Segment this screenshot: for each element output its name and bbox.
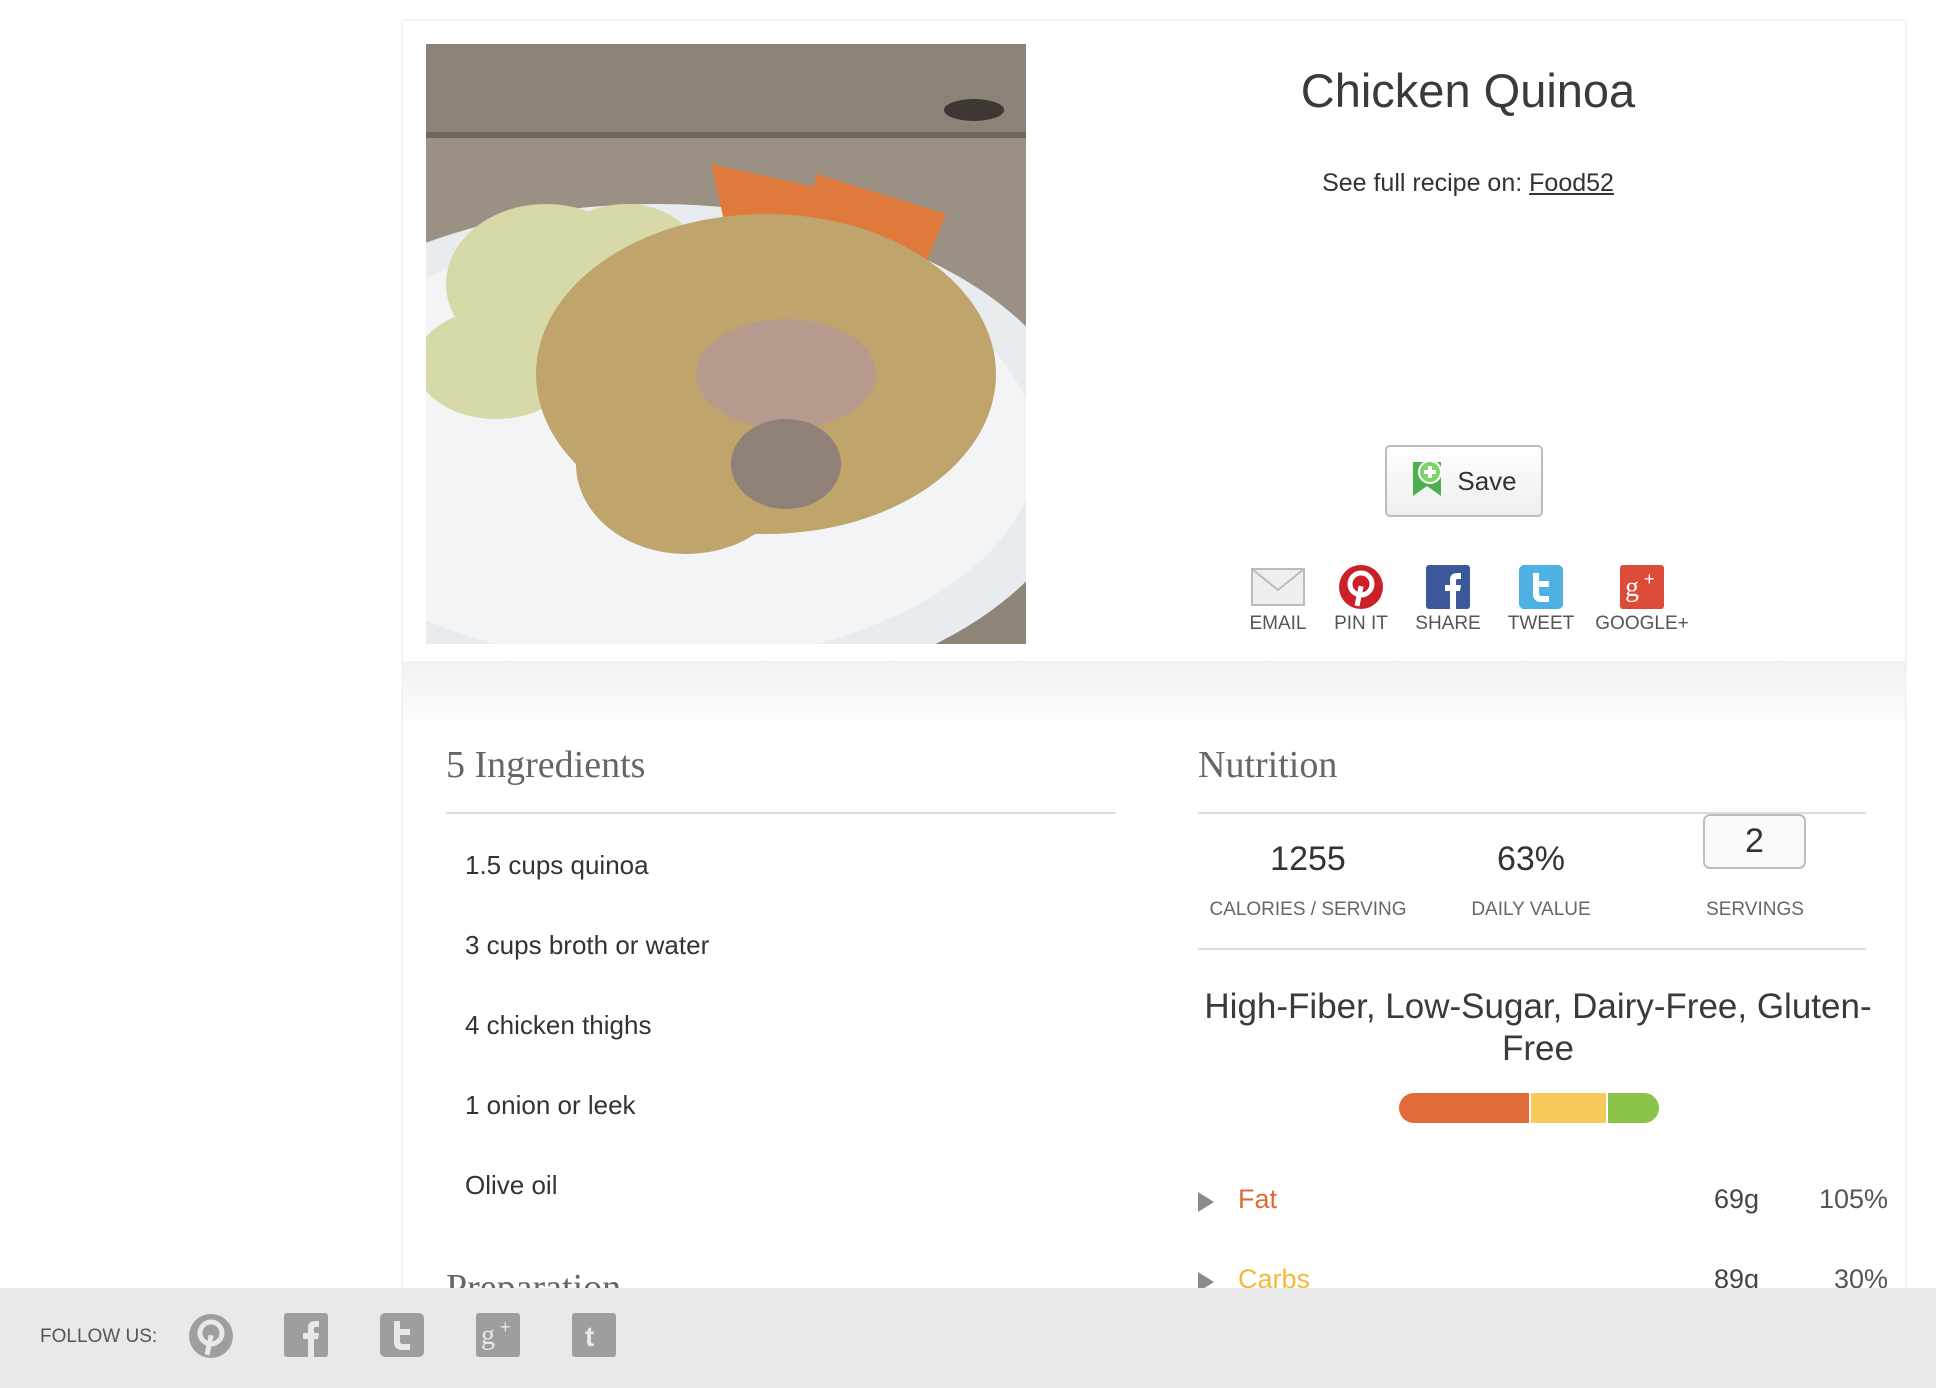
- share-email-label: EMAIL: [1249, 613, 1307, 634]
- share-google-plus[interactable]: g + GOOGLE+: [1588, 561, 1696, 635]
- source-link[interactable]: Food52: [1529, 169, 1614, 197]
- facebook-icon: [1426, 561, 1470, 613]
- share-email[interactable]: EMAIL: [1236, 561, 1320, 635]
- ingredient-item: 3 cups broth or water: [465, 930, 710, 960]
- pinterest-icon: [1338, 561, 1384, 613]
- ingredient-item: 1.5 cups quinoa: [465, 850, 649, 880]
- macro-bar: [1399, 1093, 1659, 1123]
- tumblr-icon[interactable]: t: [572, 1313, 618, 1359]
- save-button[interactable]: Save: [1385, 445, 1543, 517]
- ingredient-item: 1 onion or leek: [465, 1090, 636, 1120]
- expand-triangle-icon: [1198, 1192, 1214, 1212]
- source-prefix: See full recipe on:: [1322, 169, 1523, 197]
- svg-text:g: g: [481, 1320, 495, 1351]
- nutrient-row-fat[interactable]: Fat 69g 105%: [1198, 1184, 1888, 1218]
- svg-text:t: t: [585, 1321, 594, 1352]
- nutrient-name: Fat: [1238, 1184, 1278, 1214]
- nutrient-percent: 105%: [1818, 1184, 1888, 1214]
- save-bookmark-icon: [1411, 458, 1443, 505]
- twitter-icon[interactable]: [380, 1313, 426, 1359]
- daily-value-label: DAILY VALUE: [1471, 899, 1591, 920]
- recipe-photo: [426, 44, 1026, 644]
- daily-value: 63%: [1496, 840, 1566, 878]
- recipe-source: See full recipe on: Food52: [1103, 169, 1833, 198]
- ingredient-item: 4 chicken thighs: [465, 1010, 652, 1040]
- facebook-icon[interactable]: [284, 1313, 330, 1359]
- svg-text:+: +: [1644, 569, 1655, 589]
- share-facebook-label: SHARE: [1415, 613, 1481, 634]
- svg-text:+: +: [500, 1317, 511, 1337]
- recipe-card: Chicken Quinoa See full recipe on: Food5…: [403, 21, 1905, 1388]
- google-plus-icon: g +: [1620, 561, 1664, 613]
- share-bar: EMAIL PIN IT SHARE TWEET g + GOOGLE+: [1236, 561, 1696, 635]
- diet-tags: High-Fiber, Low-Sugar, Dairy-Free, Glute…: [1204, 987, 1872, 1068]
- recipe-photo-image: [426, 44, 1026, 644]
- share-pinterest-label: PIN IT: [1334, 613, 1388, 634]
- calories-value: 1255: [1270, 840, 1346, 878]
- share-pinterest[interactable]: PIN IT: [1320, 561, 1402, 635]
- google-plus-icon[interactable]: g +: [476, 1313, 522, 1359]
- nutrition-stats-divider: [1198, 948, 1866, 950]
- email-icon: [1251, 561, 1305, 613]
- macro-bar-carbs: [1529, 1093, 1607, 1123]
- svg-text:g: g: [1625, 572, 1639, 603]
- share-twitter-label: TWEET: [1507, 613, 1575, 634]
- recipe-title: Chicken Quinoa: [1300, 64, 1636, 117]
- macro-bar-protein: [1606, 1093, 1659, 1123]
- nutrient-grams: 69g: [1713, 1184, 1759, 1214]
- ingredients-heading: 5 Ingredients: [446, 744, 646, 786]
- servings-label: SERVINGS: [1706, 899, 1804, 920]
- follow-us-label: FOLLOW US:: [40, 1326, 158, 1347]
- nutrition-heading: Nutrition: [1198, 744, 1338, 786]
- ingredient-item: Olive oil: [465, 1170, 558, 1200]
- share-facebook[interactable]: SHARE: [1402, 561, 1494, 635]
- pinterest-icon[interactable]: [188, 1313, 234, 1359]
- calories-label: CALORIES / SERVING: [1209, 899, 1407, 920]
- save-label: Save: [1457, 465, 1517, 496]
- macro-bar-fat: [1399, 1093, 1529, 1123]
- recipe-header: Chicken Quinoa See full recipe on: Food5…: [403, 21, 1905, 661]
- twitter-icon: [1519, 561, 1563, 613]
- share-twitter[interactable]: TWEET: [1494, 561, 1588, 635]
- ingredients-divider: [446, 812, 1116, 814]
- footer-bar: FOLLOW US: g + t: [0, 1288, 1936, 1388]
- share-google-plus-label: GOOGLE+: [1595, 613, 1689, 634]
- servings-input[interactable]: 2: [1703, 814, 1806, 869]
